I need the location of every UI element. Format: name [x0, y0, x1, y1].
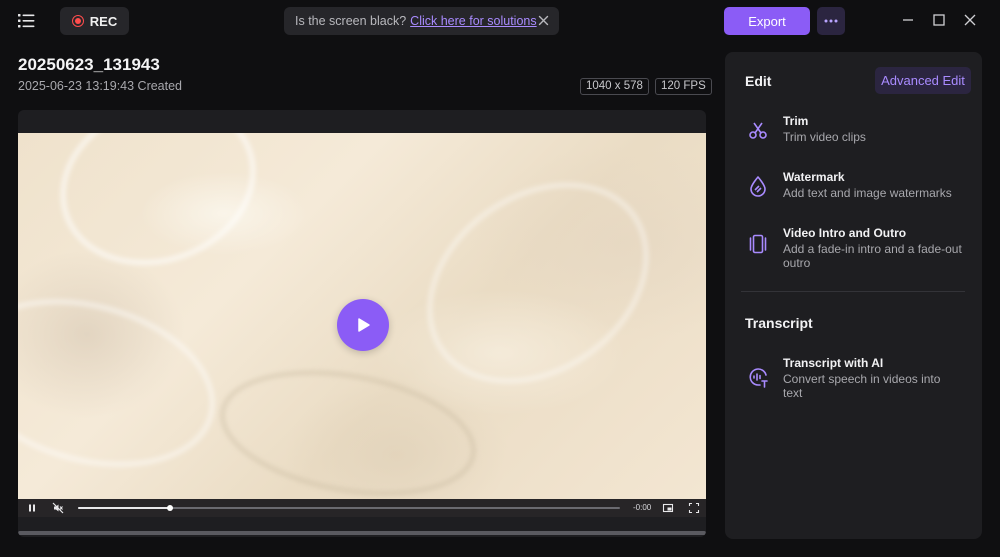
mute-icon[interactable] [52, 502, 64, 514]
edit-heading: Edit [745, 73, 772, 89]
video-preview[interactable] [18, 133, 706, 499]
trim-title: Trim [783, 114, 809, 128]
black-screen-notice: Is the screen black? Click here for solu… [284, 7, 559, 35]
resolution-badge: 1040 x 578 [580, 78, 649, 95]
video-texture [18, 272, 235, 494]
minimize-icon[interactable] [901, 13, 915, 27]
progress-handle[interactable] [167, 505, 174, 511]
intro-outro-icon [749, 234, 767, 254]
export-button[interactable]: Export [724, 7, 810, 35]
transcript-ai-title: Transcript with AI [783, 356, 884, 370]
transcript-heading: Transcript [745, 315, 813, 331]
video-texture [36, 133, 280, 293]
trim-description: Trim video clips [783, 130, 866, 144]
watermark-title: Watermark [783, 170, 845, 184]
watermark-drop-icon [750, 176, 766, 197]
play-button[interactable] [337, 299, 389, 351]
intro-outro-option[interactable]: Video Intro and Outro Add a fade-in intr… [745, 226, 970, 274]
transcript-ai-option[interactable]: Transcript with AI Convert speech in vid… [745, 356, 970, 404]
edit-panel: Edit Advanced Edit Trim Trim video clips… [725, 52, 982, 539]
pause-icon[interactable] [26, 502, 38, 514]
created-timestamp: 2025-06-23 13:19:43 Created [18, 79, 183, 93]
list-menu-icon [18, 14, 35, 28]
menu-button[interactable] [16, 12, 38, 30]
playback-controls: -0:00 [18, 499, 706, 517]
fps-badge: 120 FPS [655, 78, 712, 95]
play-icon [358, 318, 370, 332]
intro-outro-description: Add a fade-in intro and a fade-out outro [783, 242, 962, 270]
progress-fill [78, 507, 171, 509]
scissors-icon [749, 122, 767, 139]
watermark-description: Add text and image watermarks [783, 186, 952, 200]
timeline-strip [18, 531, 706, 535]
window-close-icon[interactable] [963, 13, 977, 27]
close-icon[interactable] [538, 15, 549, 26]
more-dots-icon [824, 19, 838, 23]
video-texture [388, 140, 688, 426]
fullscreen-icon[interactable] [688, 502, 700, 514]
rec-label: REC [89, 13, 118, 29]
ai-transcript-icon [749, 368, 768, 388]
panel-divider [741, 291, 965, 292]
maximize-icon[interactable] [932, 13, 946, 27]
top-bar: REC Is the screen black? Click here for … [0, 0, 1000, 42]
transcript-ai-description: Convert speech in videos into text [783, 372, 941, 400]
time-remaining: -0:00 [633, 503, 652, 512]
rec-button[interactable]: REC [60, 7, 129, 35]
notice-text: Is the screen black? [295, 14, 407, 28]
trim-option[interactable]: Trim Trim video clips [745, 114, 970, 154]
more-options-button[interactable] [817, 7, 845, 35]
record-icon [71, 15, 84, 27]
watermark-option[interactable]: Watermark Add text and image watermarks [745, 170, 970, 210]
video-texture [209, 351, 487, 499]
solutions-link[interactable]: Click here for solutions [410, 14, 536, 28]
picture-in-picture-icon[interactable] [662, 502, 674, 514]
progress-track[interactable] [78, 505, 620, 511]
advanced-edit-button[interactable]: Advanced Edit [875, 67, 971, 94]
recording-title: 20250623_131943 [18, 55, 160, 74]
video-player: -0:00 [18, 110, 706, 537]
intro-outro-title: Video Intro and Outro [783, 226, 907, 240]
